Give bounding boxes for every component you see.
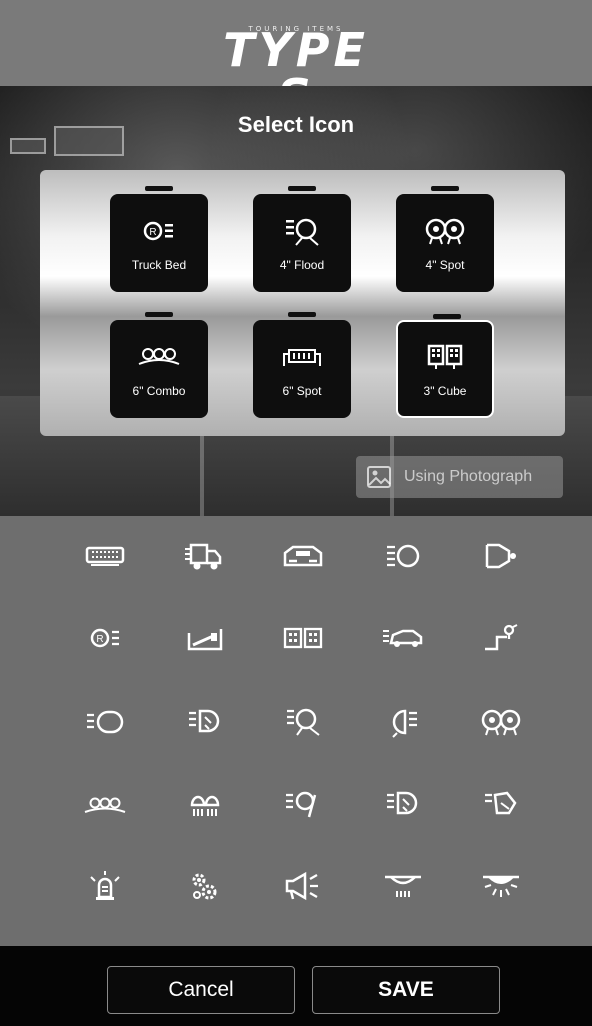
preview-tile-4-spot[interactable]: 4" Spot xyxy=(396,186,494,292)
beacon-icon[interactable] xyxy=(80,866,130,906)
preview-tile-6-combo[interactable]: 6" Combo xyxy=(110,312,208,418)
flood-light-icon[interactable] xyxy=(278,702,328,742)
save-button[interactable]: SAVE xyxy=(312,966,500,1014)
brand-logo: TOURING ITEMS TYPE S xyxy=(196,13,396,119)
tile-label: 4" Spot xyxy=(425,258,465,272)
svg-text:R: R xyxy=(96,634,103,645)
combo-bar-icon[interactable] xyxy=(80,784,130,824)
light-bar-icon xyxy=(283,349,321,366)
flood-tilt-icon[interactable] xyxy=(278,784,328,824)
dome-light-icon[interactable] xyxy=(378,866,428,906)
horn-icon[interactable] xyxy=(278,866,328,906)
spot-light-icon xyxy=(425,218,465,245)
using-photograph-label: Using Photograph xyxy=(404,468,533,485)
tile-label: 3" Cube xyxy=(423,384,467,398)
bulb-beam-icon[interactable] xyxy=(378,784,428,824)
truck-icon[interactable] xyxy=(180,536,230,576)
preview-tile-3-cube[interactable]: 3" Cube xyxy=(396,314,494,418)
tile-label: 6" Combo xyxy=(132,384,186,398)
cube-light-icon[interactable] xyxy=(278,618,328,658)
icon-preview-panel: R Truck Bed 4" Flood 4" Spot 6" Combo 6"… xyxy=(40,170,565,436)
headlight-beam-icon[interactable] xyxy=(378,536,428,576)
background-sign xyxy=(10,138,46,154)
gears-icon[interactable] xyxy=(180,866,230,906)
preview-tile-6-spot[interactable]: 6" Spot xyxy=(253,312,351,418)
preview-tile-4-flood[interactable]: 4" Flood xyxy=(253,186,351,292)
image-icon xyxy=(367,466,391,488)
footer-bar: Cancel SAVE xyxy=(0,946,592,1026)
truck-bed-icon: R xyxy=(143,221,173,241)
tile-label: 4" Flood xyxy=(279,258,325,272)
tile-label: 6" Spot xyxy=(282,384,322,398)
cancel-button[interactable]: Cancel xyxy=(107,966,295,1014)
car-icon[interactable] xyxy=(378,618,428,658)
combo-bar-icon xyxy=(138,348,180,365)
bulb-tilt-icon[interactable] xyxy=(476,784,526,824)
app-header: TOURING ITEMS TYPE S xyxy=(0,0,592,119)
side-beam-icon[interactable] xyxy=(378,702,428,742)
hitch-icon[interactable] xyxy=(476,618,526,658)
truck-bed-icon[interactable]: R xyxy=(80,618,130,658)
bulb-beam-icon[interactable] xyxy=(180,702,230,742)
page-title: Select Icon xyxy=(237,112,355,137)
ramp-icon[interactable] xyxy=(180,618,230,658)
spotlight-icon[interactable] xyxy=(476,536,526,576)
pod-light-icon[interactable] xyxy=(180,784,230,824)
preview-tile-truck-bed[interactable]: R Truck Bed xyxy=(110,186,208,292)
dome-glow-icon[interactable] xyxy=(476,866,526,906)
flood-light-icon[interactable] xyxy=(80,702,130,742)
flood-light-icon xyxy=(286,218,319,246)
svg-text:R: R xyxy=(149,227,156,238)
tile-label: Truck Bed xyxy=(131,258,187,272)
cube-light-icon xyxy=(427,344,463,369)
bumper-icon[interactable] xyxy=(278,536,328,576)
spot-light-icon[interactable] xyxy=(476,702,526,742)
icon-grid: R xyxy=(0,516,592,946)
light-bar-icon[interactable] xyxy=(80,536,130,576)
using-photograph-button[interactable]: Using Photograph xyxy=(356,456,563,498)
